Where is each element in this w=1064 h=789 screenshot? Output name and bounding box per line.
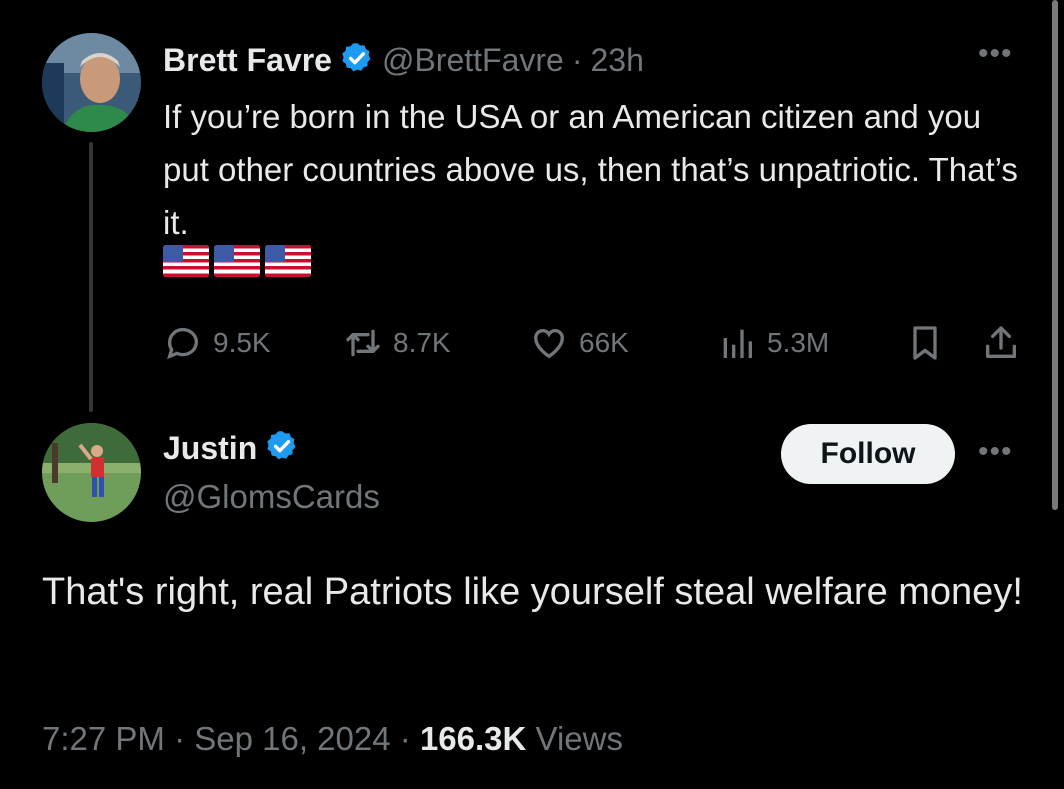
reply-author-handle[interactable]: @GlomsCards [163, 478, 380, 516]
bookmark-button[interactable] [905, 320, 945, 366]
reply-date[interactable]: Sep 16, 2024 [194, 720, 390, 757]
repost-icon [346, 329, 380, 357]
meta-separator: · [174, 720, 186, 757]
reply-text: That's right, real Patriots like yoursel… [42, 571, 1023, 613]
verified-badge-icon [340, 41, 374, 80]
reply-button[interactable]: 9.5K [163, 320, 271, 366]
views-count: 5.3M [767, 327, 830, 358]
more-options-icon[interactable]: ••• [978, 39, 1013, 69]
us-flag-icon [265, 245, 311, 277]
flag-emojis [163, 245, 311, 277]
author-handle[interactable]: @BrettFavre [382, 42, 564, 79]
reply-header: Justin [163, 426, 299, 470]
reply-views-label: Views [535, 720, 623, 757]
tweet-actions-bar: 9.5K 8.7K 66K 5.3M [163, 320, 1023, 366]
reply-author-name[interactable]: Justin [163, 430, 257, 467]
author-name[interactable]: Brett Favre [163, 42, 332, 79]
reply-time[interactable]: 7:27 PM [42, 720, 165, 757]
reply-icon [167, 327, 198, 360]
thread-connector-line [89, 142, 93, 412]
scrollbar[interactable] [1052, 0, 1058, 510]
share-button[interactable] [981, 320, 1021, 366]
repost-count: 8.7K [393, 327, 451, 358]
us-flag-icon [163, 245, 209, 277]
follow-button[interactable]: Follow [781, 424, 955, 484]
meta-separator: · [399, 720, 411, 757]
verified-badge-icon [265, 429, 299, 468]
more-options-icon[interactable]: ••• [978, 437, 1013, 467]
like-count: 66K [579, 327, 629, 358]
brett-favre-avatar[interactable] [42, 33, 141, 132]
like-button[interactable]: 66K [529, 320, 629, 366]
tweet-text: If you’re born in the USA or an American… [163, 98, 1018, 241]
tweet-header: Brett Favre @BrettFavre · 23h [163, 38, 644, 82]
analytics-icon [723, 329, 752, 358]
share-icon [986, 326, 1016, 358]
reply-meta: 7:27 PM · Sep 16, 2024 · 166.3K Views [42, 720, 623, 758]
justin-avatar[interactable] [42, 423, 141, 522]
views-button[interactable]: 5.3M [717, 320, 829, 366]
heart-icon [534, 329, 564, 359]
tweet-timestamp[interactable]: 23h [590, 42, 643, 79]
reply-views-count: 166.3K [419, 720, 527, 757]
bookmark-icon [913, 326, 937, 360]
tweet-thread-view: Brett Favre @BrettFavre · 23h ••• If you… [0, 0, 1064, 789]
repost-button[interactable]: 8.7K [343, 320, 451, 366]
us-flag-icon [214, 245, 260, 277]
reply-count: 9.5K [213, 327, 271, 358]
header-separator: · [571, 41, 583, 78]
